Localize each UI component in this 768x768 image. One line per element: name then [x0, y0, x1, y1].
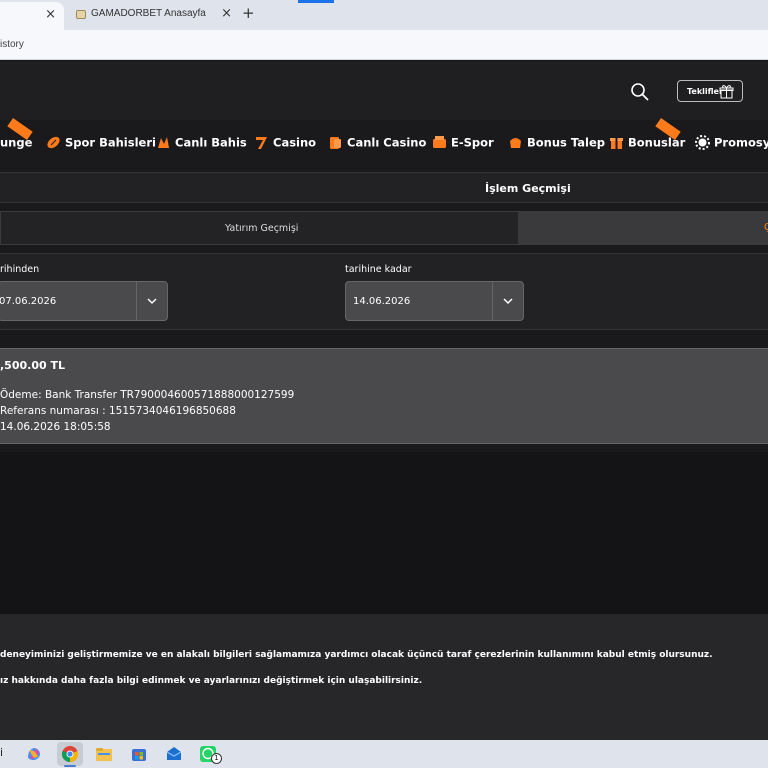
- new-tab-button[interactable]: +: [242, 4, 255, 22]
- date-filter-panel: rihinden 07.06.2026 tarihine kadar 14.06…: [0, 253, 768, 330]
- promo-icon: [695, 135, 710, 150]
- history-tabs: Yatırım Geçmişi Ç: [0, 211, 768, 245]
- chevron-down-icon: [503, 298, 513, 305]
- to-date-select[interactable]: 14.06.2026: [345, 281, 524, 321]
- nav-item-live-casino[interactable]: Canlı Casino: [328, 135, 426, 151]
- os-taskbar: i 1: [0, 740, 768, 768]
- to-date-label: tarihine kadar: [345, 264, 412, 275]
- dropdown-toggle[interactable]: [492, 282, 523, 320]
- nav-item-promotions[interactable]: Promosyo: [695, 135, 768, 151]
- close-tab-icon[interactable]: ×: [221, 6, 232, 21]
- esports-icon: [433, 136, 446, 148]
- file-explorer-icon[interactable]: [95, 745, 113, 763]
- tab-deposit-history[interactable]: Yatırım Geçmişi: [0, 211, 519, 245]
- from-date-label: rihinden: [0, 264, 40, 275]
- active-app-indicator: [64, 765, 76, 767]
- nav-item-sports[interactable]: Spor Bahisleri: [46, 135, 156, 151]
- offers-label: Teklifler: [687, 87, 723, 96]
- search-icon[interactable]: [630, 82, 650, 102]
- transaction-amount: ,500.00 TL: [0, 359, 65, 372]
- nav-item-esports[interactable]: E-Spor: [432, 135, 494, 151]
- main-nav: unge Spor Bahisleri Canlı Bahis Casino C…: [0, 118, 768, 166]
- live-bet-icon: [158, 137, 169, 148]
- address-text: istory: [0, 39, 24, 50]
- whatsapp-badge: 1: [211, 753, 222, 764]
- to-date-value: 14.06.2026: [353, 296, 411, 307]
- outlook-icon[interactable]: [165, 745, 183, 763]
- nav-item-live-bet[interactable]: Canlı Bahis: [156, 135, 247, 151]
- nav-item-bonus-request[interactable]: Bonus Talep: [508, 135, 605, 151]
- transaction-reference: Referans numarası : 1515734046196850688: [0, 405, 236, 417]
- bonus-request-icon: [510, 138, 521, 148]
- nav-item-casino[interactable]: Casino: [254, 135, 316, 151]
- gift-icon: [610, 138, 623, 149]
- football-icon: [47, 136, 60, 149]
- chevron-down-icon: [147, 298, 157, 305]
- close-tab-icon[interactable]: ×: [45, 7, 56, 22]
- store-icon[interactable]: [130, 745, 148, 763]
- live-casino-icon: [330, 137, 341, 149]
- tab-strip-accent: [298, 0, 334, 3]
- history-title-bar: İşlem Geçmişi: [0, 172, 768, 203]
- transaction-datetime: 14.06.2026 18:05:58: [0, 421, 111, 433]
- content-empty-area: [0, 452, 768, 614]
- page-title: İşlem Geçmişi: [485, 182, 571, 195]
- nav-item-lounge[interactable]: unge: [0, 135, 32, 151]
- seven-icon: [256, 137, 267, 149]
- from-date-select[interactable]: 07.06.2026: [0, 281, 168, 321]
- tab-title: GAMADORBET Anasayfa: [91, 8, 206, 19]
- offers-button[interactable]: Teklifler: [677, 80, 743, 102]
- transaction-card: ,500.00 TL Ödeme: Bank Transfer TR790004…: [0, 348, 768, 444]
- browser-tab-gamadorbet[interactable]: GAMADORBET Anasayfa ×: [72, 4, 242, 26]
- tab-withdrawal-history[interactable]: Ç: [519, 211, 768, 245]
- cookie-text-2: ız hakkında daha fazla bilgi edinmek ve …: [0, 676, 423, 686]
- taskbar-partial-label: i: [0, 746, 4, 759]
- folder-favicon-icon: [76, 10, 86, 19]
- cookie-text-1: deneyiminizi geliştirmemize ve en alakal…: [0, 650, 713, 660]
- browser-tab-strip: × GAMADORBET Anasayfa × +: [0, 0, 768, 30]
- chrome-icon[interactable]: [61, 745, 79, 763]
- gift-icon: [719, 85, 734, 99]
- browser-tab-active[interactable]: ×: [0, 2, 64, 30]
- transaction-payment: Ödeme: Bank Transfer TR79000460057188800…: [0, 389, 295, 401]
- address-bar[interactable]: istory: [0, 30, 768, 60]
- from-date-value: 07.06.2026: [0, 296, 57, 307]
- copilot-icon[interactable]: [25, 745, 43, 763]
- site-header: [0, 62, 768, 120]
- cookie-notice: deneyiminizi geliştirmemize ve en alakal…: [0, 614, 768, 740]
- dropdown-toggle[interactable]: [136, 282, 167, 320]
